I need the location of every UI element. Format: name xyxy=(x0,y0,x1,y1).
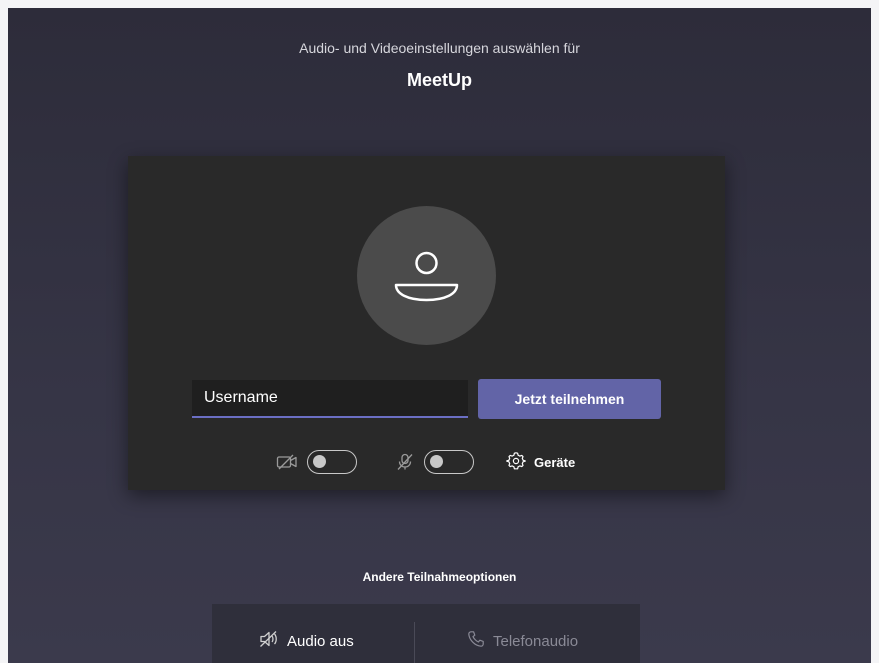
devices-button[interactable]: Geräte xyxy=(506,450,575,474)
speaker-off-icon xyxy=(259,630,279,652)
audio-off-label: Audio aus xyxy=(287,632,354,650)
phone-audio-option[interactable]: Telefonaudio xyxy=(467,630,578,652)
gear-icon xyxy=(506,451,526,474)
microphone-toggle[interactable] xyxy=(424,450,474,474)
camera-toggle[interactable] xyxy=(307,450,357,474)
options-divider xyxy=(414,622,415,663)
other-options-panel: Audio aus Telefonaudio xyxy=(212,604,640,663)
prejoin-card: Jetzt teilnehmen xyxy=(128,156,725,490)
user-avatar-icon xyxy=(394,251,459,302)
devices-label: Geräte xyxy=(534,454,576,470)
meeting-title: MeetUp xyxy=(406,70,472,90)
mic-off-icon xyxy=(396,453,414,476)
phone-audio-label: Telefonaudio xyxy=(493,632,579,650)
phone-icon xyxy=(467,630,485,652)
video-off-icon xyxy=(276,453,298,476)
prejoin-subtitle: Audio- und Videoeinstellungen auswählen … xyxy=(299,40,580,56)
microphone-toggle-knob xyxy=(430,455,443,468)
name-input[interactable] xyxy=(192,380,468,418)
avatar xyxy=(357,206,496,345)
other-options-heading: Andere Teilnahmeoptionen xyxy=(362,570,517,584)
audio-off-option[interactable]: Audio aus xyxy=(259,630,354,652)
media-controls: Geräte xyxy=(128,448,725,482)
camera-toggle-knob xyxy=(313,455,326,468)
join-now-button[interactable]: Jetzt teilnehmen xyxy=(478,379,661,419)
meeting-prejoin-screen: Audio- und Videoeinstellungen auswählen … xyxy=(8,8,871,663)
